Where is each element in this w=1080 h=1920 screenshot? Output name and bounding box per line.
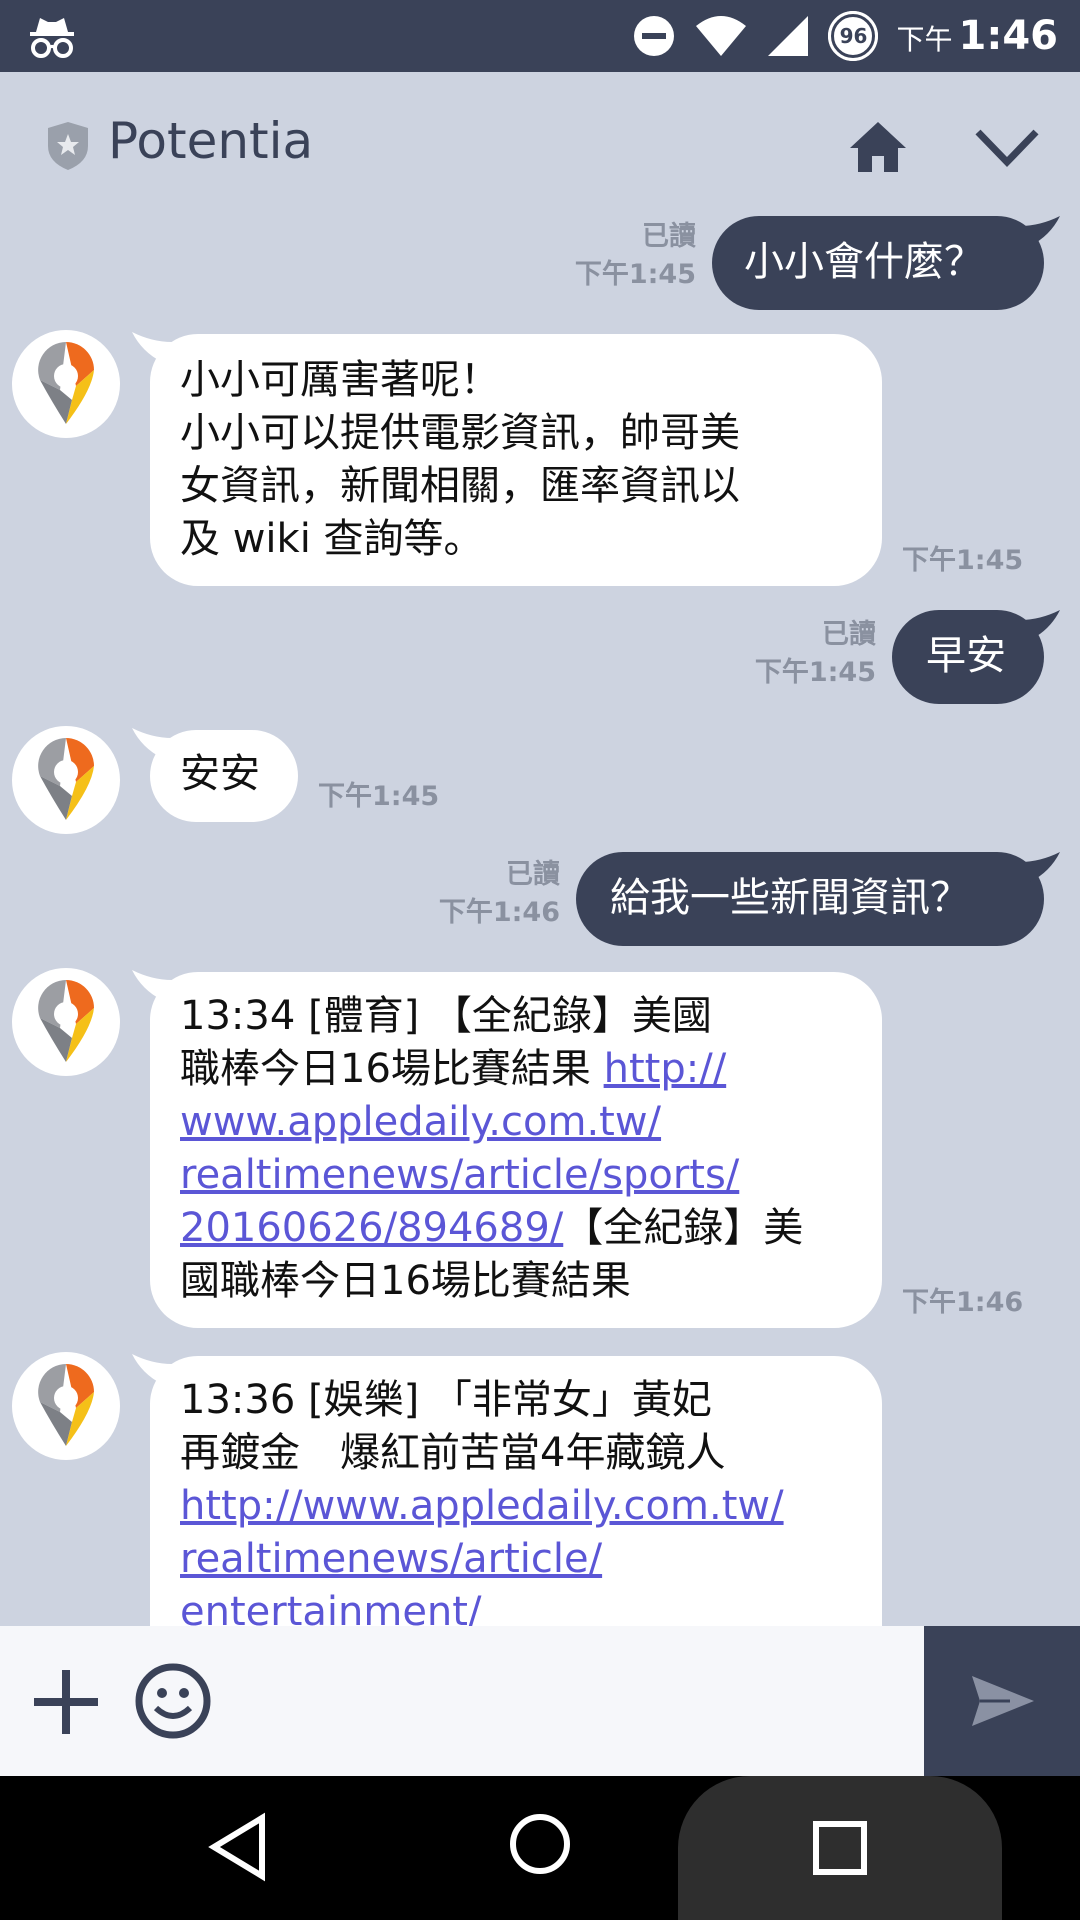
message-bubble-incoming[interactable]: 13:36 [娛樂] 「非常女」黃妃 再鍍金 爆紅前苦當4年藏鏡人 http:/… (150, 1356, 882, 1656)
chat-title: Potentia (108, 112, 314, 170)
avatar[interactable] (12, 1352, 120, 1460)
news-link[interactable]: http://www.appledaily.com.tw/ (180, 1480, 784, 1533)
message-bubble-incoming[interactable]: 13:34 [體育] 【全紀錄】美國 職棒今日16場比賽結果 http:// w… (150, 972, 882, 1328)
send-icon (972, 1676, 1034, 1726)
message-time: 下午1:46 (902, 1287, 1024, 1318)
bot-logo-icon (38, 342, 94, 424)
wifi-icon (696, 16, 747, 56)
news-link[interactable]: http:// (604, 1046, 727, 1092)
plus-icon[interactable] (30, 1666, 102, 1738)
message-bubble-incoming[interactable]: 小小可厲害著呢！ 小小可以提供電影資訊，帥哥美 女資訊，新聞相關，匯率資訊以 及… (150, 334, 882, 586)
status-clock: 下午 1:46 (896, 13, 1058, 59)
message-input[interactable] (240, 1660, 904, 1742)
bubble-tail (1020, 216, 1060, 246)
bubble-tail (1020, 852, 1060, 882)
bot-logo-icon (38, 1364, 94, 1446)
message-bubble-outgoing[interactable]: 給我一些新聞資訊？ (576, 852, 1044, 946)
nav-back-icon[interactable] (208, 1812, 268, 1882)
status-bar: 96 下午 1:46 (0, 0, 1080, 72)
signal-icon (768, 16, 809, 56)
message-bubble-incoming[interactable]: 安安 (150, 730, 298, 822)
avatar[interactable] (12, 726, 120, 834)
bot-logo-icon (38, 980, 94, 1062)
chevron-down-icon[interactable] (974, 126, 1040, 168)
news-link[interactable]: 20160626/894689/ (180, 1205, 563, 1251)
home-icon[interactable] (848, 118, 908, 174)
news-link[interactable]: realtimenews/article/sports/ (180, 1149, 803, 1202)
avatar[interactable] (12, 330, 120, 438)
read-receipt: 已讀 下午1:45 (574, 221, 696, 290)
news-link[interactable]: www.appledaily.com.tw/ (180, 1096, 803, 1149)
battery-indicator: 96 (828, 11, 879, 61)
news-link[interactable]: realtimenews/article/ (180, 1533, 784, 1586)
bubble-tail (1020, 610, 1060, 640)
incognito-icon (30, 18, 74, 58)
dnd-icon (634, 16, 675, 56)
emoji-icon[interactable] (134, 1662, 212, 1740)
message-composer (0, 1626, 1080, 1776)
message-time: 下午1:45 (902, 545, 1024, 576)
message-bubble-outgoing[interactable]: 小小會什麼？ (712, 216, 1044, 310)
avatar[interactable] (12, 968, 120, 1076)
shield-icon (48, 122, 88, 170)
read-receipt: 已讀 下午1:46 (438, 859, 560, 928)
chat-header: Potentia (0, 72, 1080, 214)
bot-logo-icon (38, 738, 94, 820)
read-receipt: 已讀 下午1:45 (754, 619, 876, 688)
nav-recents-icon[interactable] (812, 1820, 868, 1876)
message-time: 下午1:45 (318, 781, 440, 812)
send-button[interactable] (924, 1626, 1080, 1776)
nav-home-icon[interactable] (508, 1812, 572, 1876)
system-nav-bar (0, 1776, 1080, 1920)
